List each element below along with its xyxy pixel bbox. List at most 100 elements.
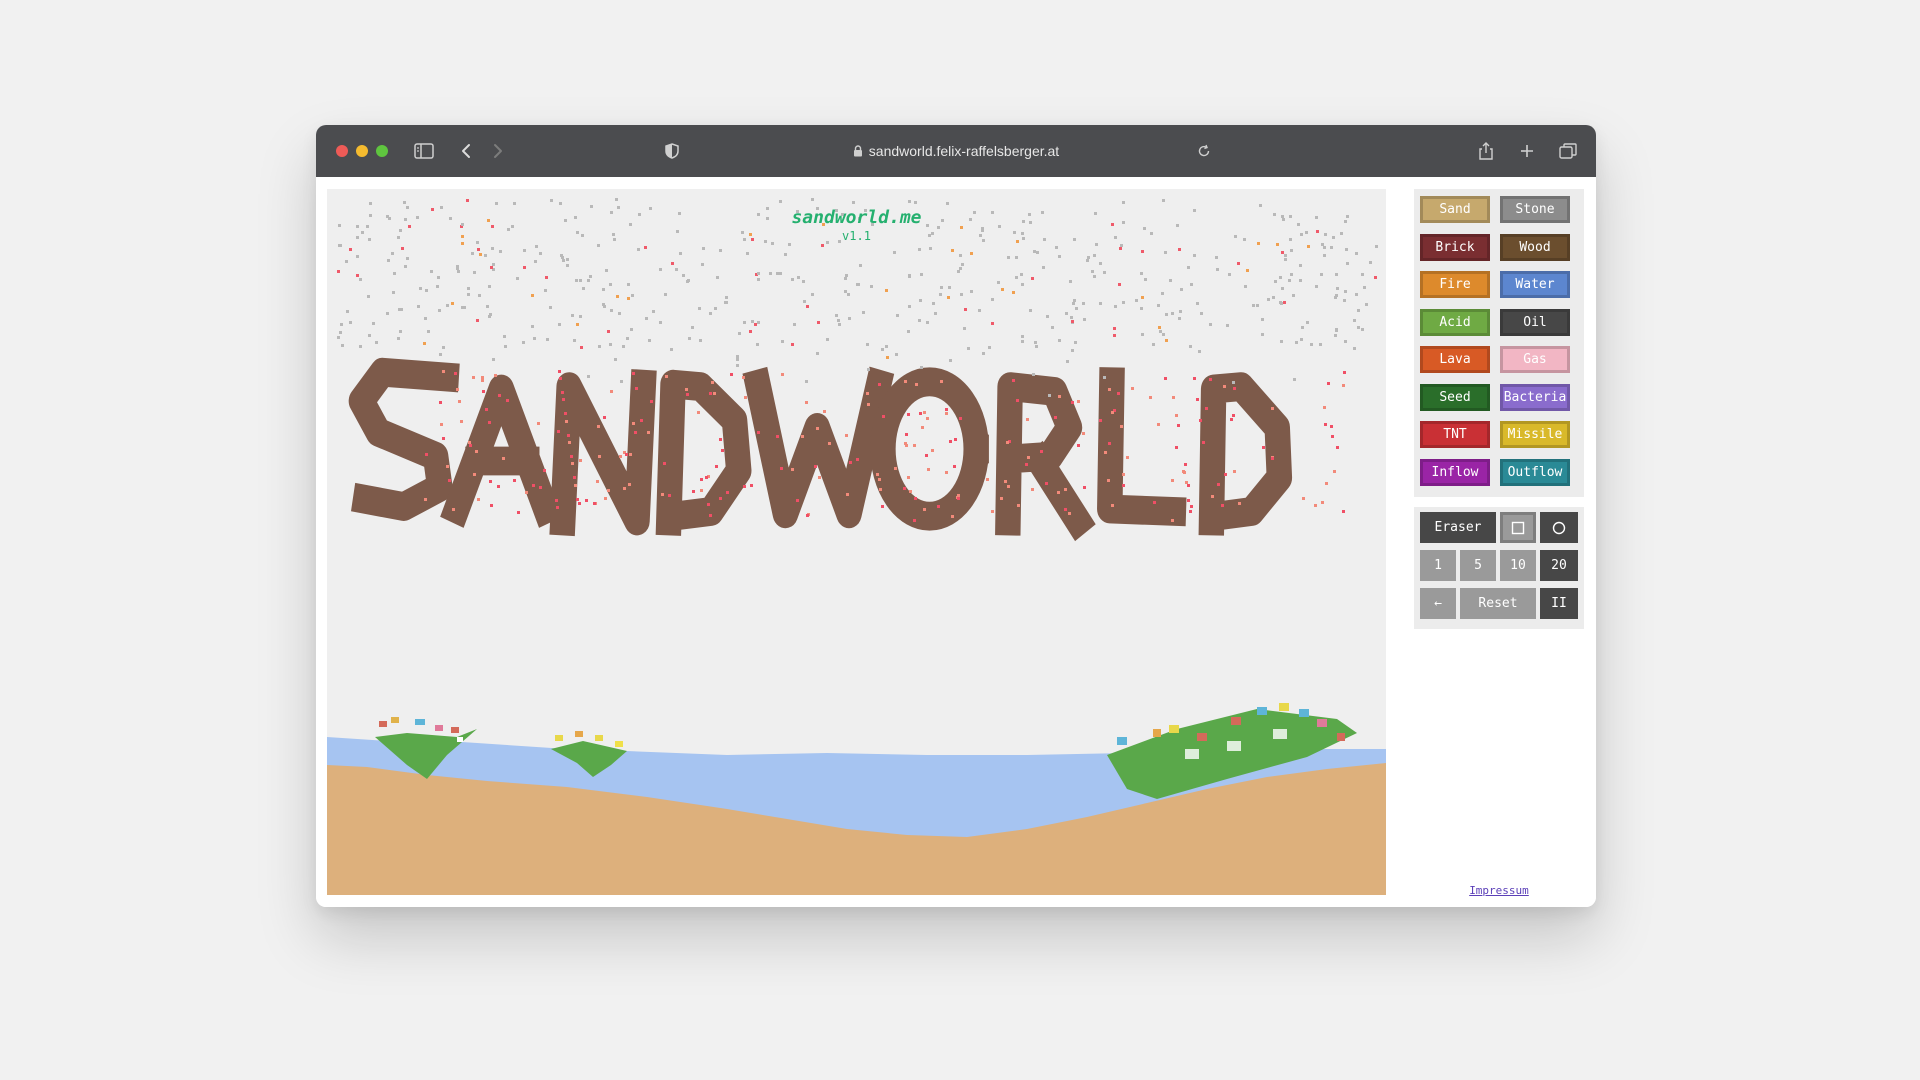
fire-particle	[1040, 450, 1043, 453]
particle	[1323, 254, 1326, 257]
particle	[1369, 261, 1372, 264]
fire-particle	[700, 489, 703, 492]
particle	[573, 339, 576, 342]
particle	[756, 343, 759, 346]
back-arrow-icon[interactable]	[454, 139, 478, 163]
particle	[1256, 304, 1259, 307]
size-5-button[interactable]: 5	[1460, 550, 1496, 581]
material-brick-button[interactable]: Brick	[1420, 233, 1490, 261]
material-missile-button[interactable]: Missile	[1500, 421, 1570, 448]
fire-particle	[1172, 396, 1175, 399]
particle	[356, 255, 359, 258]
particle	[397, 337, 400, 340]
particle	[1190, 283, 1193, 286]
material-tnt-button[interactable]: TNT	[1420, 421, 1490, 448]
fire-particle	[1064, 488, 1067, 491]
fire-particle	[1343, 371, 1346, 374]
new-tab-plus-icon[interactable]	[1515, 139, 1539, 163]
particle	[670, 348, 673, 351]
pause-button[interactable]: II	[1540, 588, 1578, 619]
particle	[757, 272, 760, 275]
eraser-button[interactable]: Eraser	[1420, 512, 1496, 543]
particle	[550, 199, 553, 202]
brush-circle-button[interactable]	[1540, 512, 1578, 543]
fire-particle	[1107, 479, 1110, 482]
particle	[1321, 243, 1324, 246]
material-seed-button[interactable]: Seed	[1420, 383, 1490, 411]
forward-arrow-icon[interactable]	[486, 139, 510, 163]
shield-icon[interactable]	[660, 139, 684, 163]
share-icon[interactable]	[1474, 139, 1498, 163]
particle	[393, 272, 396, 275]
address-bar[interactable]: sandworld.felix-raffelsberger.at	[836, 141, 1076, 161]
particle	[1310, 343, 1313, 346]
zoom-window-button[interactable]	[376, 145, 388, 157]
sidebar-toggle-icon[interactable]	[412, 139, 436, 163]
particle	[1281, 287, 1284, 290]
material-oil-button[interactable]: Oil	[1500, 308, 1570, 336]
particle	[757, 321, 760, 324]
particle	[403, 201, 406, 204]
fire-particle	[481, 379, 484, 382]
size-20-button[interactable]: 20	[1540, 550, 1578, 581]
particle	[1086, 259, 1089, 262]
particle	[811, 293, 814, 296]
material-fire-button[interactable]: Fire	[1420, 271, 1490, 298]
reload-icon[interactable]	[1192, 139, 1216, 163]
tab-overview-icon[interactable]	[1556, 139, 1580, 163]
particle	[1141, 250, 1144, 253]
fire-particle	[1120, 425, 1123, 428]
fire-particle	[726, 491, 729, 494]
sand-scene	[327, 198, 1386, 895]
material-stone-button[interactable]: Stone	[1500, 196, 1570, 223]
size-1-button[interactable]: 1	[1420, 550, 1456, 581]
materials-panel: Sand Stone Brick Wood Fire Water Acid Oil Lava Ga…	[1414, 189, 1584, 497]
particle	[1334, 334, 1337, 337]
minimize-window-button[interactable]	[356, 145, 368, 157]
particle	[920, 366, 923, 369]
fire-particle	[1117, 392, 1120, 395]
particle	[479, 253, 482, 256]
material-sand-button[interactable]: Sand	[1420, 196, 1490, 223]
particle	[929, 247, 932, 250]
fire-particle	[1149, 396, 1152, 399]
particle	[1083, 318, 1086, 321]
particle	[1021, 335, 1024, 338]
material-wood-button[interactable]: Wood	[1500, 233, 1570, 261]
particle	[1021, 340, 1024, 343]
material-acid-button[interactable]: Acid	[1420, 308, 1490, 336]
particle	[1007, 256, 1010, 259]
particle	[1295, 341, 1298, 344]
fire-particle	[913, 519, 916, 522]
impressum-link[interactable]: Impressum	[1414, 884, 1584, 897]
fire-particle	[556, 506, 559, 509]
fire-particle	[801, 435, 804, 438]
particle	[627, 297, 630, 300]
brush-square-button[interactable]	[1500, 512, 1536, 543]
particle	[457, 270, 460, 273]
close-window-button[interactable]	[336, 145, 348, 157]
particle	[1355, 293, 1358, 296]
material-bacteria-button[interactable]: Bacteria	[1500, 383, 1570, 411]
material-inflow-button[interactable]: Inflow	[1420, 458, 1490, 486]
fire-particle	[846, 493, 849, 496]
particle	[473, 271, 476, 274]
reset-button[interactable]: Reset	[1460, 588, 1536, 619]
material-outflow-button[interactable]: Outflow	[1500, 458, 1570, 486]
material-water-button[interactable]: Water	[1500, 271, 1570, 298]
back-button[interactable]: ←	[1420, 588, 1456, 619]
particle	[719, 249, 722, 252]
fire-particle	[878, 478, 881, 481]
sand-canvas[interactable]: sandworld.me v1.1	[327, 189, 1386, 895]
particle	[1299, 279, 1302, 282]
particle	[896, 314, 899, 317]
particle	[736, 364, 739, 367]
fire-particle	[845, 434, 848, 437]
particle	[1065, 312, 1068, 315]
material-lava-button[interactable]: Lava	[1420, 346, 1490, 373]
particle	[478, 294, 481, 297]
size-10-button[interactable]: 10	[1500, 550, 1536, 581]
fire-particle	[502, 457, 505, 460]
fire-particle	[1082, 432, 1085, 435]
material-gas-button[interactable]: Gas	[1500, 346, 1570, 373]
